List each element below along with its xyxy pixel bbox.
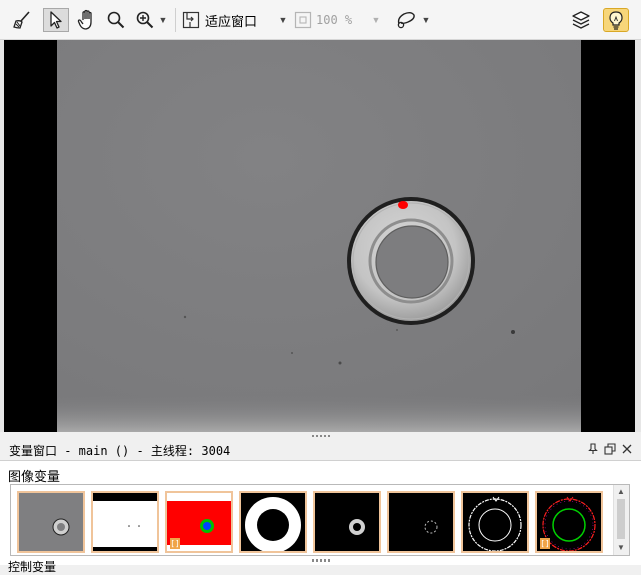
zoom-percent-icon	[294, 11, 312, 29]
variable-window-title: 变量窗口 - main () - 主线程: 3004	[9, 444, 231, 458]
thumbnail-edge-dots[interactable]	[387, 491, 455, 553]
fit-window-icon	[182, 11, 200, 29]
splitter-handle-bottom[interactable]	[312, 559, 330, 562]
image-viewer[interactable]	[0, 40, 641, 432]
zoom-in-icon[interactable]	[134, 8, 156, 32]
thumbnail-ring-white[interactable]	[239, 491, 307, 553]
control-variables-label: 控制变量	[8, 560, 57, 574]
thumbnail-ring-small-dark[interactable]	[313, 491, 381, 553]
thumbnail-binary-white[interactable]	[91, 491, 159, 553]
float-window-icon[interactable]	[602, 441, 617, 456]
fit-dropdown-chevron-down-icon[interactable]: ▼	[277, 8, 289, 32]
fit-window-button[interactable]: 适应窗口	[182, 8, 282, 32]
thumbnail-original-gray[interactable]	[17, 491, 85, 553]
thumbnail-badge: []	[540, 538, 550, 549]
thumbnail-contours-color[interactable]: []	[535, 491, 603, 553]
lasso-chevron-down-icon[interactable]: ▼	[420, 8, 432, 32]
fit-window-label: 适应窗口	[205, 13, 258, 29]
hand-pan-icon[interactable]	[75, 8, 99, 32]
image-variables-list: [] [] ▲ ▼	[10, 484, 630, 556]
layers-icon[interactable]	[569, 8, 593, 32]
image-canvas[interactable]	[4, 40, 635, 432]
brush-icon[interactable]	[10, 8, 34, 32]
pointer-icon[interactable]	[43, 8, 69, 32]
zoom-dropdown-chevron-down-icon[interactable]: ▼	[157, 8, 169, 32]
variable-window: 变量窗口 - main () - 主线程: 3004 图像变量 [] [] ▲ …	[0, 437, 641, 574]
thumbnail-contours-white[interactable]	[461, 491, 529, 553]
thumbnail-red-region[interactable]: []	[165, 491, 233, 553]
zoom-percent-chevron-down-icon[interactable]: ▼	[370, 8, 382, 32]
lasso-icon[interactable]	[393, 8, 419, 32]
variable-window-titlebar: 变量窗口 - main () - 主线程: 3004	[0, 437, 641, 461]
zoom-percent-value: 100 %	[316, 13, 353, 27]
zoom-icon[interactable]	[104, 8, 128, 32]
thumbnails-scrollbar[interactable]: ▲ ▼	[613, 485, 629, 555]
image-variables-label: 图像变量	[8, 469, 61, 484]
scroll-down-icon[interactable]: ▼	[617, 543, 625, 552]
thumbnail-badge: []	[170, 538, 180, 549]
toolbar-separator	[175, 8, 176, 32]
close-icon[interactable]	[619, 441, 634, 456]
pin-icon[interactable]	[585, 441, 600, 456]
scroll-up-icon[interactable]: ▲	[617, 487, 625, 496]
image-toolbar: ▼ 适应窗口 ▼ 100 % ▼ ▼	[0, 0, 641, 40]
camera-image[interactable]	[57, 40, 581, 432]
bulb-icon[interactable]	[603, 8, 629, 32]
scroll-thumb[interactable]	[617, 499, 625, 539]
